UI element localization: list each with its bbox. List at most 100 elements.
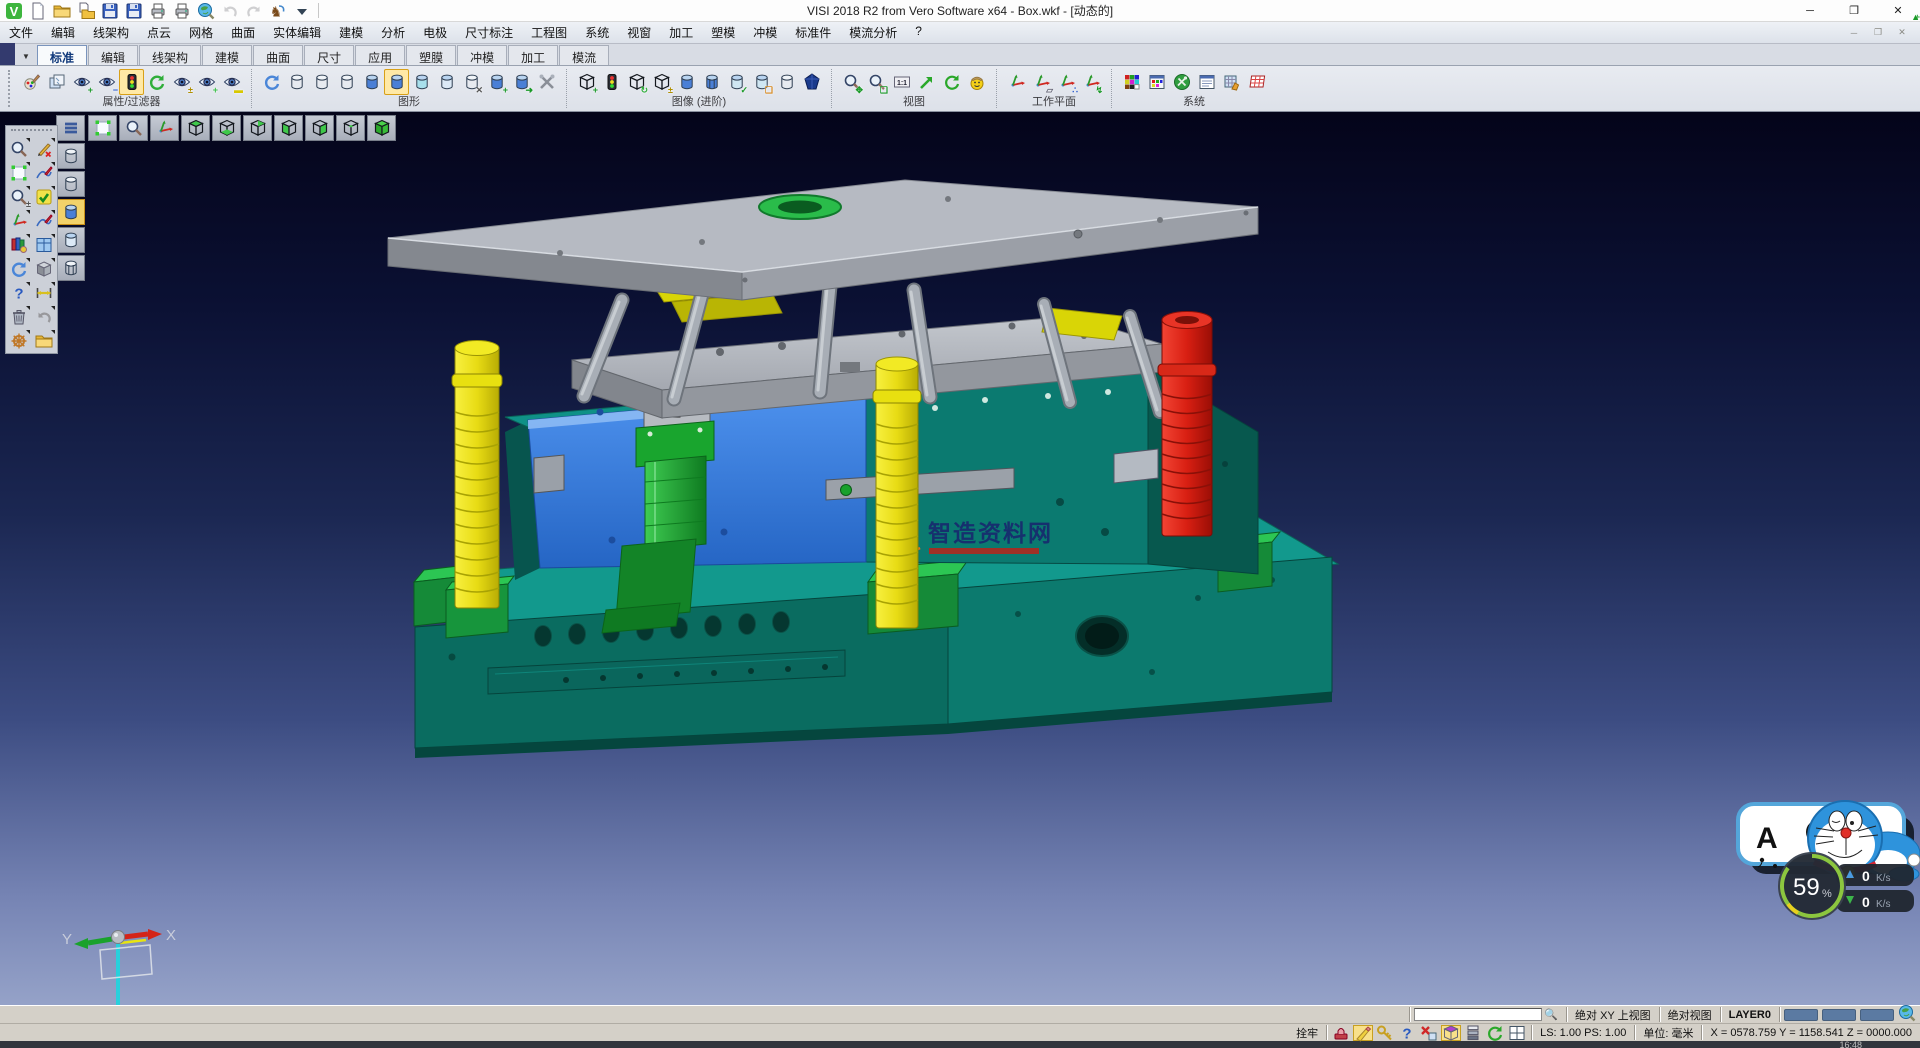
snap-lock-label[interactable]: 拴牢 — [1292, 1025, 1322, 1041]
layer-stack-icon[interactable] — [1463, 1025, 1483, 1041]
shaded-mode-icon[interactable] — [56, 199, 85, 225]
windows-taskbar-sliver[interactable]: 16:48 — [0, 1041, 1920, 1048]
delete-icon[interactable] — [7, 305, 31, 328]
insert-file-icon[interactable] — [75, 1, 96, 20]
box-visibility-icon[interactable] — [599, 69, 624, 95]
grid-window-icon[interactable] — [32, 233, 56, 256]
dynamic-view-icon[interactable] — [964, 69, 989, 95]
color-swatch-0[interactable] — [1784, 1009, 1818, 1021]
context-help-icon[interactable]: ? — [1397, 1025, 1417, 1041]
mdi-restore-button[interactable]: ❐ — [1866, 25, 1890, 41]
copy-attributes-icon[interactable] — [44, 69, 69, 95]
hidden-line-view-icon[interactable] — [309, 69, 334, 95]
model-scene[interactable]: 智造资料网 — [0, 112, 1920, 1005]
workplane-entity-icon[interactable]: ▱ — [1029, 69, 1054, 95]
view-ref-label[interactable]: 绝对视图 — [1664, 1007, 1716, 1023]
view-top-icon[interactable] — [181, 115, 210, 141]
tab-线架构[interactable]: 线架构 — [139, 45, 201, 65]
view-diamond-icon[interactable] — [799, 69, 824, 95]
workplane-indicator-icon[interactable] — [1441, 1025, 1461, 1041]
tab-建模[interactable]: 建模 — [202, 45, 252, 65]
shaded-edges-view-icon[interactable] — [384, 69, 409, 95]
view-bottom-icon[interactable] — [212, 115, 241, 141]
menu-item-19[interactable]: ? — [906, 21, 931, 44]
menu-item-9[interactable]: 电极 — [414, 21, 456, 44]
workplane-dynamic-icon[interactable]: ↯ — [1079, 69, 1104, 95]
open-file-icon[interactable] — [51, 1, 72, 20]
search-icon[interactable]: 🔍 — [1544, 1008, 1558, 1021]
menu-item-0[interactable]: 文件 — [0, 21, 42, 44]
toolbar-dropdown-icon[interactable]: ▼ — [15, 47, 37, 65]
ime-mode-letter[interactable]: A — [1756, 822, 1778, 855]
color-swatch-2[interactable] — [1860, 1009, 1894, 1021]
tab-曲面[interactable]: 曲面 — [253, 45, 303, 65]
view-solid-icon[interactable] — [367, 115, 396, 141]
viewport-canvas[interactable]: 智造资料网 — [0, 112, 1920, 1005]
restore-button[interactable]: ❐ — [1832, 0, 1876, 21]
striped-cylinder-icon[interactable] — [699, 69, 724, 95]
view-menu-icon[interactable] — [56, 115, 85, 141]
visi-logo[interactable]: V — [3, 1, 24, 20]
wireframe-view-icon[interactable] — [284, 69, 309, 95]
menu-item-15[interactable]: 塑模 — [702, 21, 744, 44]
transparent-view-icon[interactable] — [409, 69, 434, 95]
zoom-select-icon[interactable] — [7, 137, 31, 160]
line-style-icon[interactable] — [1144, 69, 1169, 95]
shading-settings-icon[interactable] — [534, 69, 559, 95]
red-support-column[interactable] — [1158, 312, 1216, 537]
globe-icon[interactable] — [1898, 1004, 1916, 1025]
view-mode-label[interactable]: 绝对 XY 上视图 — [1571, 1007, 1655, 1023]
tab-冲模[interactable]: 冲模 — [457, 45, 507, 65]
spring-column-middle[interactable] — [873, 357, 921, 628]
hatched-mode-icon[interactable] — [56, 255, 85, 281]
save-file-icon[interactable] — [99, 1, 120, 20]
verify-cylinder-icon[interactable]: ✓ — [724, 69, 749, 95]
box-show-icon[interactable]: + — [574, 69, 599, 95]
flat-view-icon[interactable] — [434, 69, 459, 95]
tab-应用[interactable]: 应用 — [355, 45, 405, 65]
color-swatch-1[interactable] — [1822, 1009, 1856, 1021]
palette-drag-handle[interactable] — [11, 129, 52, 134]
menu-item-5[interactable]: 曲面 — [222, 21, 264, 44]
show-all-icon[interactable]: + — [194, 69, 219, 95]
new-file-icon[interactable] — [27, 1, 48, 20]
search-input[interactable] — [1414, 1008, 1542, 1021]
regenerate-icon[interactable] — [7, 257, 31, 280]
visibility-manager-icon[interactable] — [119, 69, 144, 95]
ribbon-drag-handle[interactable] — [8, 70, 12, 107]
color-table-icon[interactable] — [1119, 69, 1144, 95]
view-iso-icon[interactable] — [336, 115, 365, 141]
menu-item-1[interactable]: 编辑 — [42, 21, 84, 44]
frame-icon[interactable] — [7, 161, 31, 184]
wire-cylinder-icon[interactable] — [774, 69, 799, 95]
view-back-icon[interactable] — [243, 115, 272, 141]
shaded-view-icon[interactable] — [359, 69, 384, 95]
menu-item-3[interactable]: 点云 — [138, 21, 180, 44]
erase-icon[interactable] — [32, 137, 56, 160]
mdi-minimize-button[interactable]: ─ — [1842, 25, 1866, 41]
layer-manager-icon[interactable] — [1194, 69, 1219, 95]
active-layer-label[interactable]: LAYER0 — [1725, 1009, 1775, 1021]
minimize-button[interactable]: ─ — [1788, 0, 1832, 21]
orient-axis-icon[interactable] — [150, 115, 179, 141]
zoom-box-icon[interactable]: ± — [7, 185, 31, 208]
redraw-icon[interactable] — [259, 69, 284, 95]
plot-lock-icon[interactable] — [1331, 1025, 1351, 1041]
import-icon[interactable] — [32, 329, 56, 352]
navigator-icon[interactable] — [7, 329, 31, 352]
box-invert-icon[interactable]: ± — [649, 69, 674, 95]
tab-加工[interactable]: 加工 — [508, 45, 558, 65]
confirm-icon[interactable] — [32, 185, 56, 208]
plot-icon[interactable] — [147, 1, 168, 20]
undo-icon[interactable] — [219, 1, 240, 20]
zoom-dynamic-icon[interactable] — [119, 115, 148, 141]
preview-icon[interactable] — [195, 1, 216, 20]
invert-visibility-icon[interactable]: ± — [169, 69, 194, 95]
tab-标准[interactable]: 标准 — [37, 45, 87, 65]
menu-item-10[interactable]: 尺寸标注 — [456, 21, 522, 44]
tab-尺寸[interactable]: 尺寸 — [304, 45, 354, 65]
curve-edit-icon[interactable] — [32, 209, 56, 232]
menu-item-11[interactable]: 工程图 — [522, 21, 576, 44]
copy-shading-icon[interactable]: ➜ — [509, 69, 534, 95]
workplane-view-icon[interactable] — [1004, 69, 1029, 95]
